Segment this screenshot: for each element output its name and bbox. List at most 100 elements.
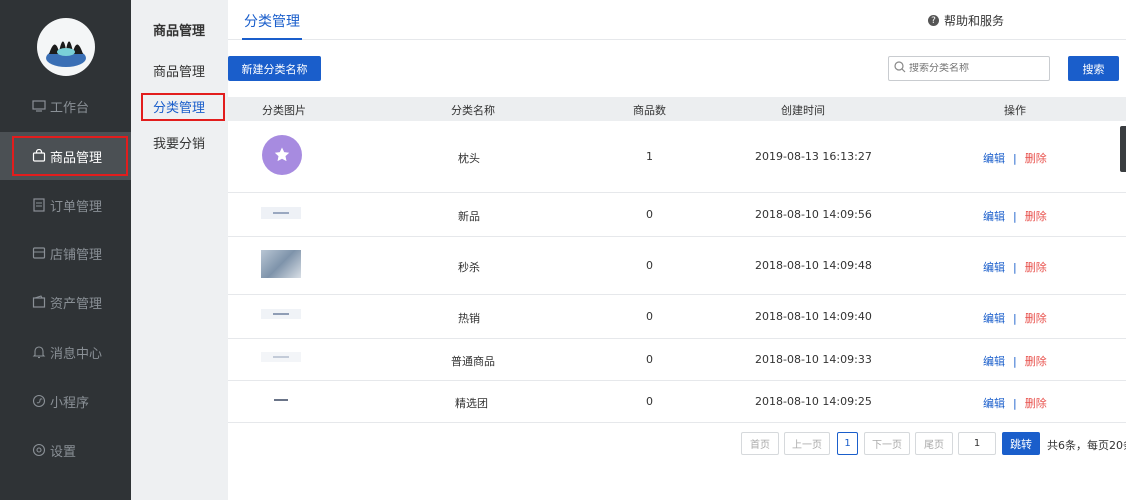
product-count: 0 [646, 395, 653, 408]
search-button[interactable]: 搜索 [1068, 56, 1119, 81]
star-icon [274, 147, 290, 162]
help-link[interactable]: ? 帮助和服务 [928, 12, 1004, 29]
sidebar-item-miniapp[interactable]: 小程序 [0, 377, 131, 425]
created-time: 2018-08-10 14:09:56 [755, 208, 872, 221]
action-separator: | [1013, 397, 1017, 410]
delete-link[interactable]: 删除 [1025, 312, 1047, 325]
action-separator: | [1013, 312, 1017, 325]
sidebar-item-label: 资产管理 [50, 296, 103, 312]
sidebar-item-orders[interactable]: 订单管理 [0, 181, 131, 229]
action-separator: | [1013, 355, 1017, 368]
sidebar-item-products[interactable]: 商品管理 [0, 132, 131, 180]
category-image [261, 398, 301, 402]
action-separator: | [1013, 210, 1017, 223]
category-image [262, 135, 302, 175]
category-image [261, 250, 301, 278]
help-label: 帮助和服务 [944, 14, 1005, 28]
sidebar-item-workbench[interactable]: 工作台 [0, 82, 131, 130]
delete-link[interactable]: 删除 [1025, 152, 1047, 165]
product-count: 0 [646, 310, 653, 323]
category-image [261, 207, 301, 219]
scrollbar-handle[interactable] [1120, 126, 1126, 172]
sidebar-item-label: 消息中心 [50, 346, 103, 362]
delete-link[interactable]: 删除 [1025, 397, 1047, 410]
wallet-icon [32, 295, 46, 309]
row-actions: 编辑 | 删除 [983, 208, 1047, 224]
sidebar-item-messages[interactable]: 消息中心 [0, 328, 131, 376]
row-actions: 编辑 | 删除 [983, 353, 1047, 369]
category-name: 热销 [458, 312, 480, 325]
question-icon: ? [928, 15, 939, 26]
category-name: 新品 [458, 210, 480, 223]
sub-sidebar: 商品管理 商品管理 分类管理 我要分销 [131, 0, 228, 500]
new-category-button[interactable]: 新建分类名称 [228, 56, 321, 81]
category-name: 枕头 [458, 152, 480, 165]
delete-link[interactable]: 删除 [1025, 210, 1047, 223]
page-jump-input[interactable]: 1 [958, 432, 996, 455]
edit-link[interactable]: 编辑 [983, 210, 1005, 223]
active-tab-indicator [242, 38, 302, 40]
sidebar-item-store[interactable]: 店铺管理 [0, 229, 131, 277]
column-header-actions: 操作 [1004, 104, 1026, 117]
edit-link[interactable]: 编辑 [983, 261, 1005, 274]
subnav-item-products[interactable]: 商品管理 [131, 61, 228, 80]
miniapp-icon [32, 394, 46, 408]
gear-icon [32, 443, 46, 457]
main-sidebar: 工作台 商品管理 订单管理 店铺管理 资产管理 消息中心 小程序 设置 [0, 0, 131, 500]
action-separator: | [1013, 152, 1017, 165]
subnav-title: 商品管理 [153, 24, 206, 39]
category-name: 精选团 [455, 397, 488, 410]
delete-link[interactable]: 删除 [1025, 261, 1047, 274]
category-image [261, 352, 301, 362]
row-actions: 编辑 | 删除 [983, 150, 1047, 166]
document-icon [32, 198, 46, 212]
edit-link[interactable]: 编辑 [983, 152, 1005, 165]
app-logo-icon[interactable] [37, 18, 95, 76]
row-actions: 编辑 | 删除 [983, 395, 1047, 411]
subnav-item-categories[interactable]: 分类管理 [131, 93, 228, 121]
table-row: 枕头 1 2019-08-13 16:13:27 编辑 | 删除 [228, 121, 1126, 193]
jump-button[interactable]: 跳转 [1002, 432, 1040, 455]
created-time: 2018-08-10 14:09:40 [755, 310, 872, 323]
category-name: 秒杀 [458, 261, 480, 274]
table-row: 新品 0 2018-08-10 14:09:56 编辑 | 删除 [228, 193, 1126, 237]
pagination-summary: 共6条，每页20条 [1047, 439, 1126, 452]
product-count: 0 [646, 208, 653, 221]
row-actions: 编辑 | 删除 [983, 259, 1047, 275]
sidebar-item-label: 小程序 [50, 395, 90, 411]
sidebar-item-assets[interactable]: 资产管理 [0, 278, 131, 326]
column-header-name: 分类名称 [451, 104, 495, 117]
delete-link[interactable]: 删除 [1025, 355, 1047, 368]
table-row: 精选团 0 2018-08-10 14:09:25 编辑 | 删除 [228, 381, 1126, 423]
next-page-button[interactable]: 下一页 [864, 432, 910, 455]
page-title[interactable]: 分类管理 [244, 11, 300, 31]
edit-link[interactable]: 编辑 [983, 312, 1005, 325]
category-name: 普通商品 [451, 355, 495, 368]
created-time: 2018-08-10 14:09:48 [755, 259, 872, 272]
table-row: 普通商品 0 2018-08-10 14:09:33 编辑 | 删除 [228, 339, 1126, 381]
product-count: 1 [646, 150, 653, 163]
bell-icon [32, 345, 46, 359]
search-icon [894, 61, 906, 76]
created-time: 2018-08-10 14:09:33 [755, 353, 872, 366]
sidebar-item-label: 订单管理 [50, 199, 103, 215]
prev-page-button[interactable]: 上一页 [784, 432, 830, 455]
last-page-button[interactable]: 尾页 [915, 432, 953, 455]
search-field[interactable] [888, 56, 1050, 81]
category-image [261, 309, 301, 319]
column-header-count: 商品数 [633, 104, 666, 117]
column-header-created: 创建时间 [781, 104, 825, 117]
row-actions: 编辑 | 删除 [983, 310, 1047, 326]
edit-link[interactable]: 编辑 [983, 397, 1005, 410]
sidebar-item-settings[interactable]: 设置 [0, 426, 131, 474]
subnav-item-distribution[interactable]: 我要分销 [131, 133, 228, 152]
search-input[interactable] [909, 63, 1044, 74]
sidebar-item-label: 设置 [50, 444, 77, 460]
top-bar: 分类管理 ? 帮助和服务 [228, 0, 1126, 40]
product-count: 0 [646, 259, 653, 272]
first-page-button[interactable]: 首页 [741, 432, 779, 455]
edit-link[interactable]: 编辑 [983, 355, 1005, 368]
table-row: 热销 0 2018-08-10 14:09:40 编辑 | 删除 [228, 295, 1126, 339]
action-separator: | [1013, 261, 1017, 274]
current-page-button[interactable]: 1 [837, 432, 858, 455]
